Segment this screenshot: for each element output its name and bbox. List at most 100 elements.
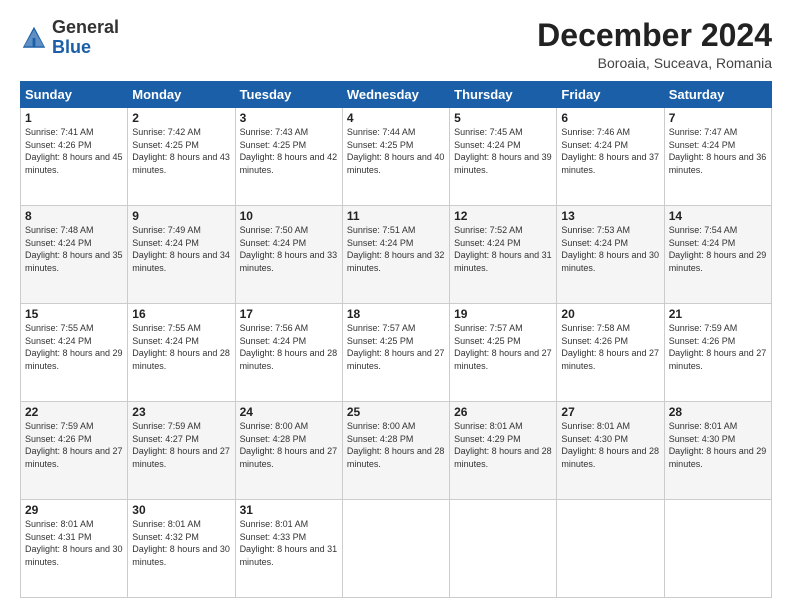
sunset-label: Sunset: 4:30 PM: [669, 434, 736, 444]
sunrise-label: Sunrise: 7:56 AM: [240, 323, 309, 333]
sunrise-label: Sunrise: 8:01 AM: [132, 519, 201, 529]
daylight-label: Daylight: 8 hours and 31 minutes.: [240, 544, 338, 567]
calendar-week-row: 1 Sunrise: 7:41 AM Sunset: 4:26 PM Dayli…: [21, 108, 772, 206]
day-info: Sunrise: 7:59 AM Sunset: 4:27 PM Dayligh…: [132, 420, 230, 470]
sunset-label: Sunset: 4:26 PM: [25, 434, 92, 444]
calendar-cell: 8 Sunrise: 7:48 AM Sunset: 4:24 PM Dayli…: [21, 206, 128, 304]
logo-blue-text: Blue: [52, 37, 91, 57]
calendar-cell: 20 Sunrise: 7:58 AM Sunset: 4:26 PM Dayl…: [557, 304, 664, 402]
calendar-week-row: 8 Sunrise: 7:48 AM Sunset: 4:24 PM Dayli…: [21, 206, 772, 304]
sunrise-label: Sunrise: 8:01 AM: [561, 421, 630, 431]
sunset-label: Sunset: 4:25 PM: [240, 140, 307, 150]
sunset-label: Sunset: 4:27 PM: [132, 434, 199, 444]
logo-icon: [20, 24, 48, 52]
sunrise-label: Sunrise: 8:01 AM: [669, 421, 738, 431]
day-number: 10: [240, 209, 338, 223]
calendar-cell: [557, 500, 664, 598]
day-info: Sunrise: 8:01 AM Sunset: 4:29 PM Dayligh…: [454, 420, 552, 470]
daylight-label: Daylight: 8 hours and 36 minutes.: [669, 152, 767, 175]
day-number: 1: [25, 111, 123, 125]
calendar-cell: 6 Sunrise: 7:46 AM Sunset: 4:24 PM Dayli…: [557, 108, 664, 206]
day-info: Sunrise: 7:46 AM Sunset: 4:24 PM Dayligh…: [561, 126, 659, 176]
calendar-weekday-saturday: Saturday: [664, 82, 771, 108]
daylight-label: Daylight: 8 hours and 30 minutes.: [132, 544, 230, 567]
daylight-label: Daylight: 8 hours and 35 minutes.: [25, 250, 123, 273]
sunset-label: Sunset: 4:24 PM: [454, 140, 521, 150]
sunrise-label: Sunrise: 7:59 AM: [132, 421, 201, 431]
location: Boroaia, Suceava, Romania: [537, 55, 772, 71]
calendar-cell: 29 Sunrise: 8:01 AM Sunset: 4:31 PM Dayl…: [21, 500, 128, 598]
sunset-label: Sunset: 4:28 PM: [347, 434, 414, 444]
day-number: 30: [132, 503, 230, 517]
daylight-label: Daylight: 8 hours and 43 minutes.: [132, 152, 230, 175]
sunset-label: Sunset: 4:25 PM: [132, 140, 199, 150]
sunset-label: Sunset: 4:26 PM: [669, 336, 736, 346]
calendar-cell: 26 Sunrise: 8:01 AM Sunset: 4:29 PM Dayl…: [450, 402, 557, 500]
calendar-cell: 22 Sunrise: 7:59 AM Sunset: 4:26 PM Dayl…: [21, 402, 128, 500]
calendar-cell: 3 Sunrise: 7:43 AM Sunset: 4:25 PM Dayli…: [235, 108, 342, 206]
sunrise-label: Sunrise: 7:50 AM: [240, 225, 309, 235]
calendar-cell: 7 Sunrise: 7:47 AM Sunset: 4:24 PM Dayli…: [664, 108, 771, 206]
sunrise-label: Sunrise: 7:58 AM: [561, 323, 630, 333]
calendar-cell: 16 Sunrise: 7:55 AM Sunset: 4:24 PM Dayl…: [128, 304, 235, 402]
day-info: Sunrise: 7:43 AM Sunset: 4:25 PM Dayligh…: [240, 126, 338, 176]
daylight-label: Daylight: 8 hours and 30 minutes.: [25, 544, 123, 567]
calendar-cell: 5 Sunrise: 7:45 AM Sunset: 4:24 PM Dayli…: [450, 108, 557, 206]
sunrise-label: Sunrise: 7:44 AM: [347, 127, 416, 137]
day-number: 28: [669, 405, 767, 419]
sunset-label: Sunset: 4:25 PM: [347, 336, 414, 346]
calendar-cell: 23 Sunrise: 7:59 AM Sunset: 4:27 PM Dayl…: [128, 402, 235, 500]
day-info: Sunrise: 7:50 AM Sunset: 4:24 PM Dayligh…: [240, 224, 338, 274]
calendar-cell: 12 Sunrise: 7:52 AM Sunset: 4:24 PM Dayl…: [450, 206, 557, 304]
sunset-label: Sunset: 4:28 PM: [240, 434, 307, 444]
day-info: Sunrise: 7:55 AM Sunset: 4:24 PM Dayligh…: [132, 322, 230, 372]
title-section: December 2024 Boroaia, Suceava, Romania: [537, 18, 772, 71]
daylight-label: Daylight: 8 hours and 27 minutes.: [561, 348, 659, 371]
daylight-label: Daylight: 8 hours and 27 minutes.: [669, 348, 767, 371]
day-info: Sunrise: 7:55 AM Sunset: 4:24 PM Dayligh…: [25, 322, 123, 372]
sunrise-label: Sunrise: 7:48 AM: [25, 225, 94, 235]
sunrise-label: Sunrise: 8:01 AM: [25, 519, 94, 529]
day-number: 23: [132, 405, 230, 419]
daylight-label: Daylight: 8 hours and 34 minutes.: [132, 250, 230, 273]
day-number: 11: [347, 209, 445, 223]
day-info: Sunrise: 7:56 AM Sunset: 4:24 PM Dayligh…: [240, 322, 338, 372]
daylight-label: Daylight: 8 hours and 42 minutes.: [240, 152, 338, 175]
sunrise-label: Sunrise: 7:47 AM: [669, 127, 738, 137]
sunrise-label: Sunrise: 8:01 AM: [240, 519, 309, 529]
sunset-label: Sunset: 4:32 PM: [132, 532, 199, 542]
calendar-cell: 11 Sunrise: 7:51 AM Sunset: 4:24 PM Dayl…: [342, 206, 449, 304]
logo-general-text: General: [52, 17, 119, 37]
day-info: Sunrise: 8:01 AM Sunset: 4:31 PM Dayligh…: [25, 518, 123, 568]
calendar-weekday-thursday: Thursday: [450, 82, 557, 108]
sunset-label: Sunset: 4:25 PM: [347, 140, 414, 150]
daylight-label: Daylight: 8 hours and 29 minutes.: [25, 348, 123, 371]
day-number: 2: [132, 111, 230, 125]
day-info: Sunrise: 7:53 AM Sunset: 4:24 PM Dayligh…: [561, 224, 659, 274]
day-number: 19: [454, 307, 552, 321]
calendar-weekday-monday: Monday: [128, 82, 235, 108]
daylight-label: Daylight: 8 hours and 27 minutes.: [25, 446, 123, 469]
day-info: Sunrise: 7:42 AM Sunset: 4:25 PM Dayligh…: [132, 126, 230, 176]
sunrise-label: Sunrise: 7:55 AM: [25, 323, 94, 333]
day-number: 29: [25, 503, 123, 517]
day-number: 20: [561, 307, 659, 321]
day-info: Sunrise: 7:41 AM Sunset: 4:26 PM Dayligh…: [25, 126, 123, 176]
sunset-label: Sunset: 4:31 PM: [25, 532, 92, 542]
sunrise-label: Sunrise: 7:59 AM: [25, 421, 94, 431]
calendar-cell: [342, 500, 449, 598]
sunset-label: Sunset: 4:30 PM: [561, 434, 628, 444]
day-info: Sunrise: 7:58 AM Sunset: 4:26 PM Dayligh…: [561, 322, 659, 372]
sunrise-label: Sunrise: 7:54 AM: [669, 225, 738, 235]
day-number: 5: [454, 111, 552, 125]
day-number: 16: [132, 307, 230, 321]
daylight-label: Daylight: 8 hours and 40 minutes.: [347, 152, 445, 175]
calendar-cell: 27 Sunrise: 8:01 AM Sunset: 4:30 PM Dayl…: [557, 402, 664, 500]
day-number: 27: [561, 405, 659, 419]
sunrise-label: Sunrise: 8:01 AM: [454, 421, 523, 431]
daylight-label: Daylight: 8 hours and 28 minutes.: [561, 446, 659, 469]
daylight-label: Daylight: 8 hours and 27 minutes.: [454, 348, 552, 371]
calendar-weekday-wednesday: Wednesday: [342, 82, 449, 108]
sunrise-label: Sunrise: 8:00 AM: [347, 421, 416, 431]
sunrise-label: Sunrise: 7:41 AM: [25, 127, 94, 137]
